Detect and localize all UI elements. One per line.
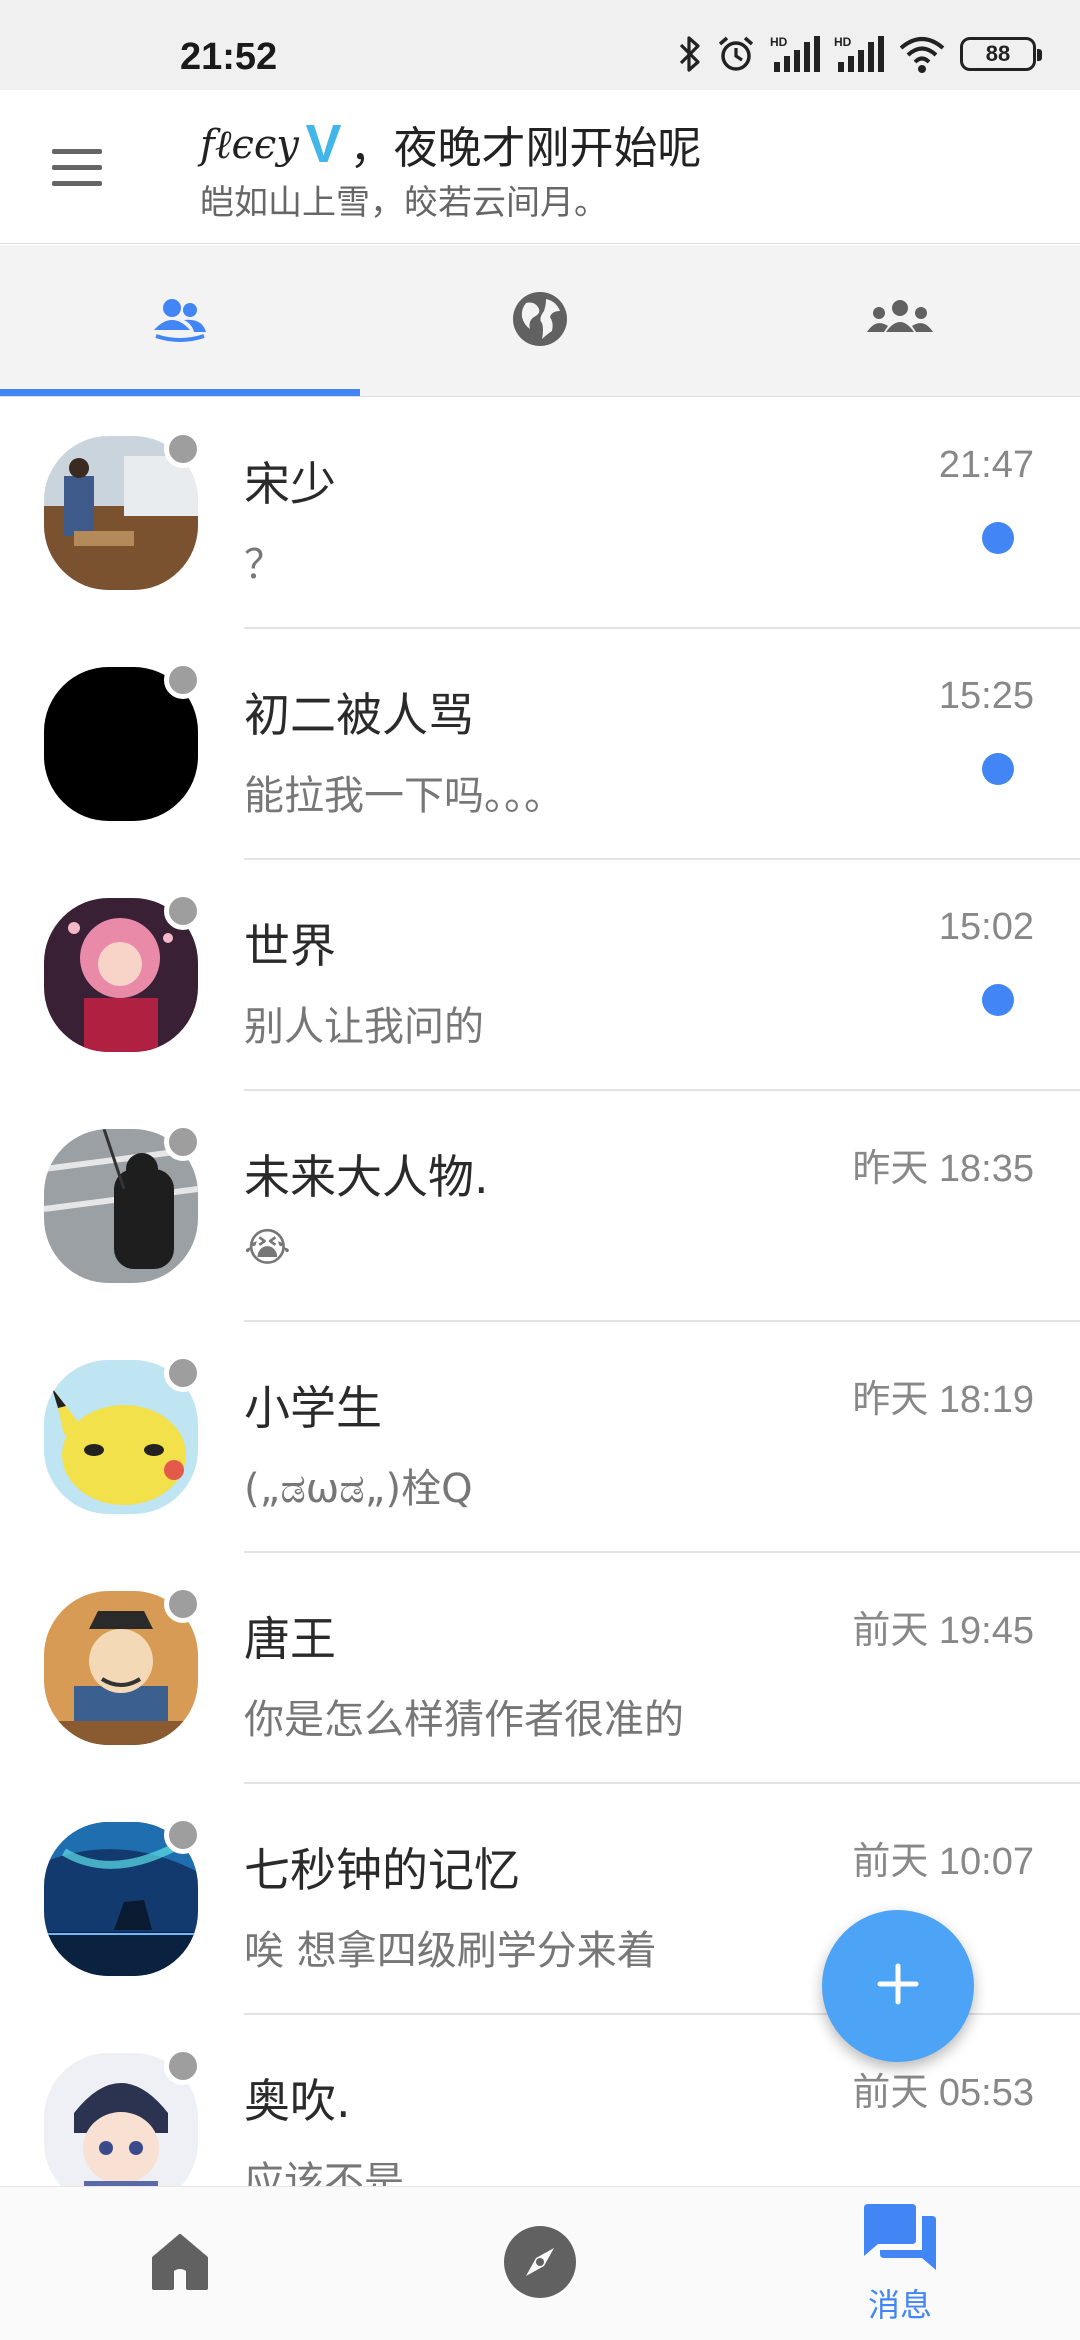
chat-time: 昨天 18:19 bbox=[852, 1379, 1034, 1421]
svg-text:HD: HD bbox=[770, 35, 788, 49]
avatar-wrap bbox=[44, 1585, 202, 1745]
chat-name: 七秒钟的记忆 bbox=[244, 1843, 520, 1897]
chat-icon bbox=[860, 2202, 940, 2278]
groups-icon bbox=[866, 298, 934, 344]
chat-name: 奥吹. bbox=[244, 2074, 351, 2128]
chat-time: 21:47 bbox=[938, 444, 1034, 486]
avatar-wrap bbox=[44, 1354, 202, 1514]
chat-last-message: 唉 想拿四级刷学分来着 bbox=[244, 1928, 657, 1974]
chat-last-message: („ಡωಡ„)栓Q bbox=[244, 1466, 473, 1512]
wifi-icon bbox=[898, 34, 946, 74]
chat-time: 15:02 bbox=[938, 906, 1034, 948]
chat-name: 未来大人物. bbox=[244, 1150, 489, 1204]
user-name[interactable]: fℓєєу bbox=[200, 121, 299, 168]
unread-dot bbox=[982, 753, 1014, 785]
chat-time: 前天 19:45 bbox=[852, 1610, 1034, 1652]
signal-icon: HD bbox=[770, 34, 820, 74]
plus-icon bbox=[876, 1962, 920, 2010]
chat-time: 昨天 18:35 bbox=[852, 1148, 1034, 1190]
chat-last-message: 别人让我问的 bbox=[244, 1004, 484, 1050]
chat-item-song-shao[interactable]: 宋少 ？ 21:47 bbox=[0, 398, 1080, 629]
home-icon bbox=[148, 2230, 212, 2298]
battery-icon: 88 bbox=[960, 37, 1042, 71]
chat-time: 15:25 bbox=[938, 675, 1034, 717]
presence-indicator bbox=[164, 1123, 202, 1161]
tab-bar bbox=[0, 245, 1080, 397]
greeting-text: ，夜晚才刚开始呢 bbox=[349, 123, 702, 174]
chat-item-xiao-xue-sheng[interactable]: 小学生 („ಡωಡ„)栓Q 昨天 18:19 bbox=[0, 1322, 1080, 1553]
avatar-wrap bbox=[44, 892, 202, 1052]
header-title: fℓєєу V ，夜晚才刚开始呢 bbox=[200, 112, 702, 176]
vip-badge[interactable]: V bbox=[305, 113, 341, 175]
battery-level: 88 bbox=[985, 41, 1011, 66]
presence-indicator bbox=[164, 1354, 202, 1392]
chat-last-message: 😭 bbox=[244, 1225, 291, 1271]
presence-indicator bbox=[164, 661, 202, 699]
nav-messages[interactable]: 消息 bbox=[720, 2187, 1080, 2340]
chat-name: 宋少 bbox=[244, 457, 336, 511]
nav-home[interactable] bbox=[0, 2187, 360, 2340]
bluetooth-icon bbox=[678, 34, 702, 74]
avatar-wrap bbox=[44, 661, 202, 821]
chat-name: 唐王 bbox=[244, 1612, 336, 1666]
contacts-icon bbox=[150, 296, 210, 346]
avatar-wrap bbox=[44, 2047, 202, 2207]
nav-discover[interactable] bbox=[360, 2187, 720, 2340]
signal-icon: HD bbox=[834, 34, 884, 74]
app-header: fℓєєу V ，夜晚才刚开始呢 皑如山上雪，皎若云间月。 bbox=[0, 90, 1080, 244]
status-bar: 21:52 HD HD 88 bbox=[0, 0, 1080, 90]
header-subtitle: 皑如山上雪，皎若云间月。 bbox=[200, 183, 608, 223]
add-chat-button[interactable] bbox=[822, 1910, 974, 2062]
tab-world[interactable] bbox=[360, 245, 720, 396]
chat-name: 世界 bbox=[244, 919, 336, 973]
alarm-icon bbox=[716, 34, 756, 74]
chat-item-shi-jie[interactable]: 世界 别人让我问的 15:02 bbox=[0, 860, 1080, 1091]
status-time: 21:52 bbox=[180, 36, 278, 78]
presence-indicator bbox=[164, 892, 202, 930]
presence-indicator bbox=[164, 1816, 202, 1854]
chat-time: 前天 10:07 bbox=[852, 1841, 1034, 1883]
chat-name: 初二被人骂 bbox=[244, 688, 474, 742]
avatar-wrap bbox=[44, 430, 202, 590]
avatar-wrap bbox=[44, 1123, 202, 1283]
presence-indicator bbox=[164, 1585, 202, 1623]
globe-icon bbox=[512, 291, 568, 351]
compass-icon bbox=[502, 2224, 578, 2304]
menu-icon[interactable] bbox=[40, 132, 114, 202]
bottom-nav: 消息 bbox=[0, 2186, 1080, 2340]
chat-last-message: 你是怎么样猜作者很准的 bbox=[244, 1697, 684, 1743]
unread-dot bbox=[982, 984, 1014, 1016]
chat-name: 小学生 bbox=[244, 1381, 382, 1435]
chat-item-wei-lai[interactable]: 未来大人物. 😭 昨天 18:35 bbox=[0, 1091, 1080, 1322]
presence-indicator bbox=[164, 430, 202, 468]
presence-indicator bbox=[164, 2047, 202, 2085]
chat-time: 前天 05:53 bbox=[852, 2072, 1034, 2114]
nav-messages-label: 消息 bbox=[867, 2285, 932, 2324]
chat-item-tang-wang[interactable]: 唐王 你是怎么样猜作者很准的 前天 19:45 bbox=[0, 1553, 1080, 1784]
svg-text:HD: HD bbox=[834, 35, 852, 49]
tab-groups[interactable] bbox=[720, 245, 1080, 396]
avatar-wrap bbox=[44, 1816, 202, 1976]
tab-contacts[interactable] bbox=[0, 245, 360, 396]
chat-last-message: ？ bbox=[244, 542, 284, 588]
chat-item-chu-er[interactable]: 初二被人骂 能拉我一下吗。。。 15:25 bbox=[0, 629, 1080, 860]
chat-last-message: 能拉我一下吗。。。 bbox=[244, 773, 564, 819]
unread-dot bbox=[982, 522, 1014, 554]
status-icons: HD HD 88 bbox=[678, 32, 1042, 76]
